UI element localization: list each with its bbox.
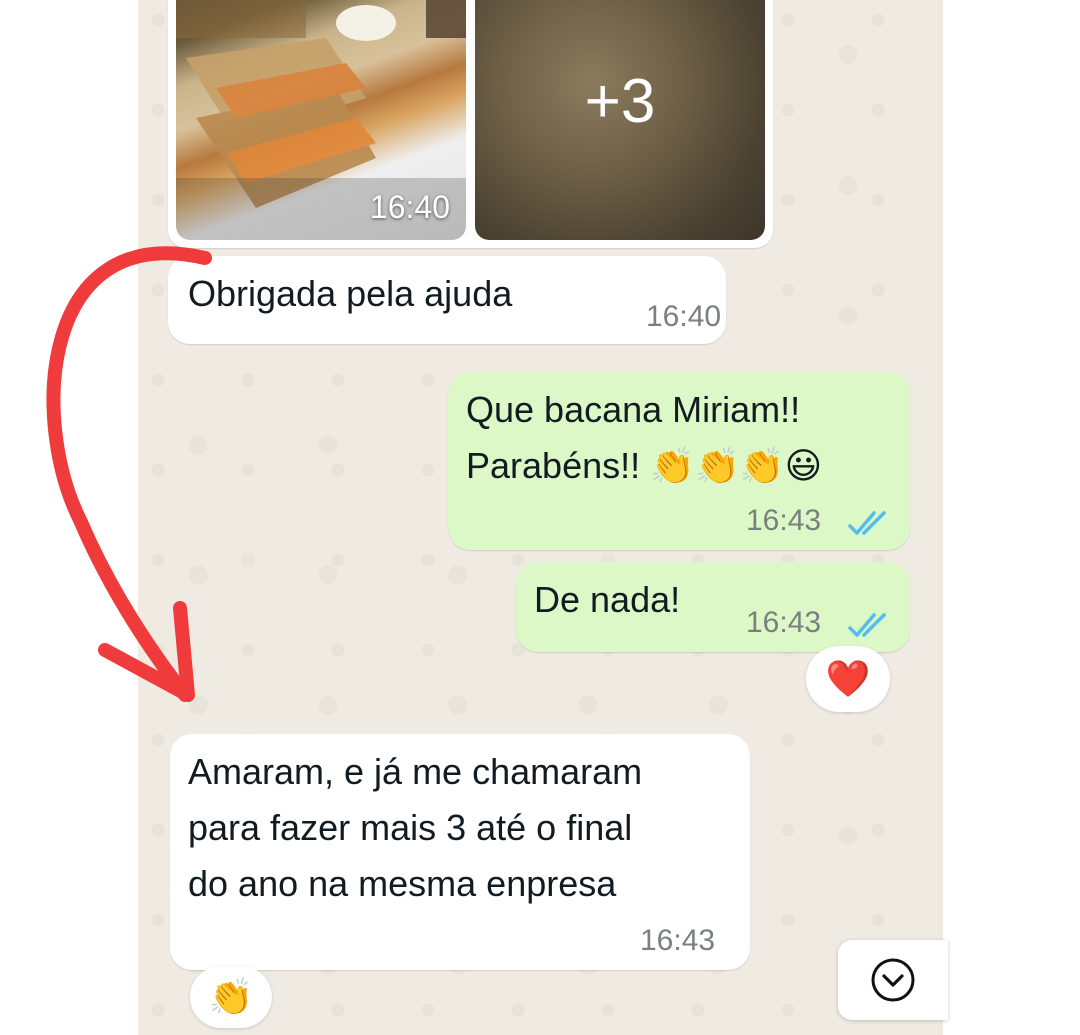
album-photo-sandwiches[interactable]: 16:40: [176, 0, 466, 240]
message-text: Que bacana Miriam!! Parabéns!! 👏👏👏😃: [466, 389, 823, 486]
message-bubble-loved[interactable]: Amaram, e já me chamaram para fazer mais…: [170, 734, 750, 970]
chat-area: 16:40 +3 Obrigada pela ajuda 16:40 Que b…: [138, 0, 943, 1035]
scroll-to-bottom-button[interactable]: [838, 940, 948, 1020]
heart-reaction[interactable]: ❤️: [806, 646, 890, 712]
message-text: Amaram, e já me chamaram para fazer mais…: [188, 751, 643, 904]
message-timestamp: 16:43: [640, 924, 716, 957]
reaction-emoji: ❤️: [825, 658, 871, 699]
double-check-icon: [848, 511, 886, 535]
message-bubble-welcome[interactable]: De nada! 16:43: [516, 562, 910, 652]
message-text: Obrigada pela ajuda: [188, 273, 513, 314]
message-bubble-thanks[interactable]: Obrigada pela ajuda 16:40: [168, 256, 726, 344]
message-bubble-congrats[interactable]: Que bacana Miriam!! Parabéns!! 👏👏👏😃 16:4…: [448, 372, 910, 550]
more-photos-count: +3: [584, 67, 656, 136]
reaction-emoji: 👏: [208, 976, 254, 1017]
album-more-photos[interactable]: +3: [475, 0, 765, 240]
message-timestamp: 16:40: [646, 300, 722, 333]
album-timestamp: 16:40: [369, 189, 450, 225]
double-check-icon: [848, 613, 886, 637]
message-text: De nada!: [534, 579, 681, 620]
chevron-down-circle-icon: [871, 958, 915, 1002]
photo-album-bubble[interactable]: 16:40 +3: [168, 0, 773, 248]
message-timestamp: 16:43: [746, 504, 822, 537]
clap-reaction[interactable]: 👏: [190, 966, 272, 1028]
message-timestamp: 16:43: [746, 606, 822, 639]
